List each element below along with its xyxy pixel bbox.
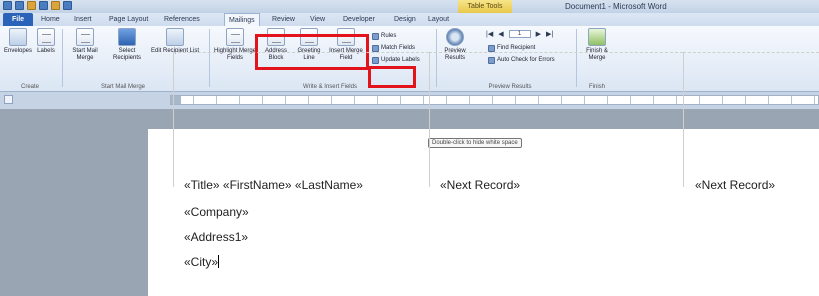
undo-icon[interactable]: [27, 1, 36, 10]
next-record-icon[interactable]: ▶: [536, 30, 541, 38]
preview-results-icon: [446, 28, 464, 46]
word-app-icon[interactable]: [3, 1, 12, 10]
insert-merge-field-icon: [337, 28, 355, 46]
ruler-tab-selector[interactable]: [4, 95, 13, 104]
group-start-mail-merge-label: Start Mail Merge: [100, 84, 145, 90]
select-recipients-icon: [118, 28, 136, 46]
merge-field-company[interactable]: «Company»: [184, 205, 249, 219]
table-tools-context-tab: Table Tools: [458, 0, 512, 13]
envelope-icon: [9, 28, 27, 46]
label-cell[interactable]: [683, 52, 819, 187]
tab-view[interactable]: View: [310, 13, 325, 26]
quick-access-toolbar: [3, 1, 72, 10]
merge-field-city-line[interactable]: «City»: [184, 255, 220, 269]
ribbon-separator: [62, 29, 63, 87]
start-mail-merge-label: Start Mail Merge: [72, 48, 98, 61]
labels-button[interactable]: Labels: [33, 28, 59, 55]
redo-icon[interactable]: [39, 1, 48, 10]
document-title: Document1 - Microsoft Word: [565, 2, 667, 11]
match-fields-icon: [372, 44, 379, 52]
tab-layout[interactable]: Layout: [428, 13, 449, 26]
group-create-label: Create: [20, 84, 39, 90]
open-icon[interactable]: [51, 1, 60, 10]
tab-review[interactable]: Review: [272, 13, 295, 26]
tab-developer[interactable]: Developer: [343, 13, 375, 26]
tab-page-layout[interactable]: Page Layout: [109, 13, 148, 26]
rules-icon: [372, 32, 379, 40]
next-record-field[interactable]: «Next Record»: [440, 178, 520, 192]
rules-label: Rules: [381, 33, 397, 39]
record-number-input[interactable]: 1: [508, 30, 531, 38]
next-record-field[interactable]: «Next Record»: [695, 178, 775, 192]
merge-field-name-line[interactable]: «Title» «FirstName» «LastName»: [184, 178, 363, 192]
label-cell[interactable]: [429, 52, 683, 187]
customize-qat-icon[interactable]: [63, 1, 72, 10]
save-icon[interactable]: [15, 1, 24, 10]
tab-file[interactable]: File: [3, 13, 33, 26]
tab-design[interactable]: Design: [394, 13, 416, 26]
address-block-icon: [267, 28, 285, 46]
merge-field-address[interactable]: «Address1»: [184, 230, 248, 244]
rules-button[interactable]: Rules: [372, 32, 396, 40]
find-recipient-icon: [488, 44, 495, 52]
match-fields-button[interactable]: Match Fields: [372, 44, 415, 52]
edit-list-icon: [166, 28, 184, 46]
edit-recipient-list-button[interactable]: Edit Recipient List: [150, 28, 200, 55]
tab-references[interactable]: References: [164, 13, 200, 26]
select-recipients-button[interactable]: Select Recipients: [106, 28, 148, 62]
title-bar: Table Tools Document1 - Microsoft Word: [0, 0, 819, 13]
select-recipients-label: Select Recipients: [112, 48, 141, 61]
ribbon-tabs: File Home Insert Page Layout References …: [0, 13, 819, 26]
labels-icon: [37, 28, 55, 46]
last-record-icon[interactable]: ▶|: [546, 30, 553, 38]
start-mail-merge-icon: [76, 28, 94, 46]
text-caret: [218, 255, 220, 268]
record-navigation: |◀ ◀ 1 ▶ ▶|: [486, 30, 553, 38]
greeting-line-icon: [300, 28, 318, 46]
tab-mailings[interactable]: Mailings: [224, 13, 260, 26]
highlight-fields-icon: [226, 28, 244, 46]
find-recipient-button[interactable]: Find Recipient: [488, 44, 535, 52]
find-recipient-label: Find Recipient: [497, 45, 536, 51]
tab-insert[interactable]: Insert: [74, 13, 92, 26]
start-mail-merge-button[interactable]: Start Mail Merge: [66, 28, 104, 62]
tab-home[interactable]: Home: [41, 13, 60, 26]
envelopes-label: Envelopes: [3, 48, 33, 54]
envelopes-button[interactable]: Envelopes: [3, 28, 33, 55]
finish-merge-icon: [588, 28, 606, 46]
first-record-icon[interactable]: |◀: [486, 30, 493, 38]
labels-label: Labels: [37, 48, 55, 54]
merge-field-city[interactable]: «City»: [184, 255, 218, 269]
match-fields-label: Match Fields: [381, 45, 416, 51]
label-cell[interactable]: [173, 52, 429, 187]
previous-record-icon[interactable]: ◀: [498, 30, 503, 38]
